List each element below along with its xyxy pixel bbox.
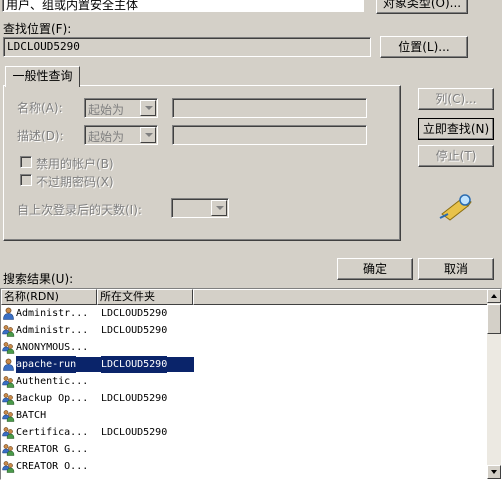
list-item[interactable]: Backup Op... LDCLOUD5290 xyxy=(1,390,491,407)
result-folder: LDCLOUD5290 xyxy=(101,393,168,404)
search-results-label: 搜索结果(U): xyxy=(3,272,74,286)
object-type-field: 用户、组或内置安全主体 xyxy=(2,0,364,12)
list-item[interactable]: CREATOR O... xyxy=(1,458,491,475)
vertical-scrollbar[interactable] xyxy=(487,289,501,479)
result-name: BATCH xyxy=(16,410,47,421)
result-name: Certifica... xyxy=(16,427,89,438)
description-mode-select[interactable]: 起始为 xyxy=(84,125,158,145)
locations-button[interactable]: 位置(L)... xyxy=(380,36,468,58)
find-now-button[interactable]: 立即查找(N) xyxy=(418,118,494,140)
tab-general-queries[interactable]: 一般性查询 xyxy=(5,66,80,87)
group-icon xyxy=(2,409,15,422)
non-expiring-password-checkbox[interactable] xyxy=(20,174,32,186)
list-item[interactable]: apache-run LDCLOUD5290 xyxy=(1,356,491,373)
list-item[interactable]: Administr... LDCLOUD5290 xyxy=(1,305,491,322)
result-folder: LDCLOUD5290 xyxy=(101,325,168,336)
disabled-accounts-label: 禁用的帐户(B) xyxy=(36,157,114,171)
days-since-logon-select[interactable] xyxy=(171,198,229,218)
name-mode-select[interactable]: 起始为 xyxy=(84,98,158,118)
group-icon xyxy=(2,324,15,337)
list-item[interactable]: CREATOR G... xyxy=(1,441,491,458)
description-mode-value: 起始为 xyxy=(88,130,125,144)
columns-button[interactable]: 列(C)... xyxy=(418,88,494,110)
user-icon xyxy=(2,307,15,320)
search-results-list[interactable]: 名称(RDN) 所在文件夹 Administr... LDCLOUD5290 Adm… xyxy=(0,288,502,480)
group-icon xyxy=(2,341,15,354)
group-icon xyxy=(2,426,15,439)
result-name: CREATOR O... xyxy=(16,461,89,472)
list-item[interactable]: Authentic... xyxy=(1,373,491,390)
result-name: Administr... xyxy=(16,325,89,336)
chevron-down-icon xyxy=(140,100,156,116)
stop-button[interactable]: 停止(T) xyxy=(418,145,494,167)
group-icon xyxy=(2,460,15,473)
cancel-button[interactable]: 取消 xyxy=(418,258,494,280)
result-name: ANONYMOUS... xyxy=(16,342,89,353)
result-name: Authentic... xyxy=(16,376,89,387)
days-since-logon-label: 自上次登录后的天数(I): xyxy=(17,203,142,217)
group-icon xyxy=(2,443,15,456)
column-header-name[interactable]: 名称(RDN) xyxy=(1,289,97,305)
chevron-down-icon xyxy=(140,127,156,143)
column-header-folder[interactable]: 所在文件夹 xyxy=(97,289,193,305)
description-label: 描述(D): xyxy=(17,129,64,143)
list-item[interactable]: Administr... LDCLOUD5290 xyxy=(1,322,491,339)
name-input[interactable] xyxy=(172,98,367,118)
result-folder: LDCLOUD5290 xyxy=(101,308,168,319)
name-label: 名称(A): xyxy=(17,101,63,115)
list-item[interactable]: Certifica... LDCLOUD5290 xyxy=(1,424,491,441)
user-icon xyxy=(2,358,15,371)
result-folder: LDCLOUD5290 xyxy=(101,356,168,373)
result-name: Backup Op... xyxy=(16,393,89,404)
location-label: 查找位置(F): xyxy=(3,22,72,36)
result-name: CREATOR G... xyxy=(16,444,89,455)
chevron-down-icon xyxy=(211,200,227,216)
object-types-button[interactable]: 对象类型(O)... xyxy=(376,0,468,14)
list-item[interactable]: BATCH xyxy=(1,407,491,424)
search-flashlight-icon xyxy=(438,192,474,222)
location-field: LDCLOUD5290 xyxy=(3,37,371,57)
scroll-up-arrow-icon[interactable] xyxy=(487,289,501,303)
list-item[interactable]: ANONYMOUS... xyxy=(1,339,491,356)
non-expiring-password-label: 不过期密码(X) xyxy=(36,175,114,189)
result-folder: LDCLOUD5290 xyxy=(101,427,168,438)
result-name: Administr... xyxy=(16,308,89,319)
column-header-empty xyxy=(193,289,489,305)
result-name: apache-run xyxy=(16,356,77,373)
scroll-down-arrow-icon[interactable] xyxy=(487,465,501,479)
disabled-accounts-checkbox[interactable] xyxy=(20,156,32,168)
scroll-thumb[interactable] xyxy=(487,304,501,334)
description-input[interactable] xyxy=(172,125,367,145)
ok-button[interactable]: 确定 xyxy=(337,258,413,280)
name-mode-value: 起始为 xyxy=(88,103,125,117)
group-icon xyxy=(2,375,15,388)
group-icon xyxy=(2,392,15,405)
